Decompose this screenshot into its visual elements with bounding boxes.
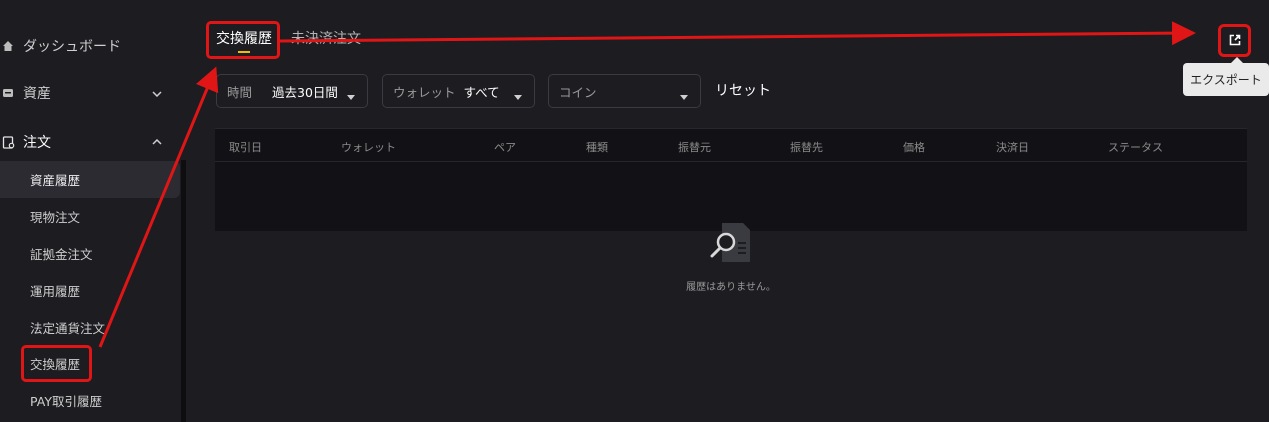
annotation-arrow-to-export [279, 21, 1196, 46]
annotation-arrows [98, 21, 1196, 348]
annotation-arrow-to-tab [98, 66, 219, 348]
